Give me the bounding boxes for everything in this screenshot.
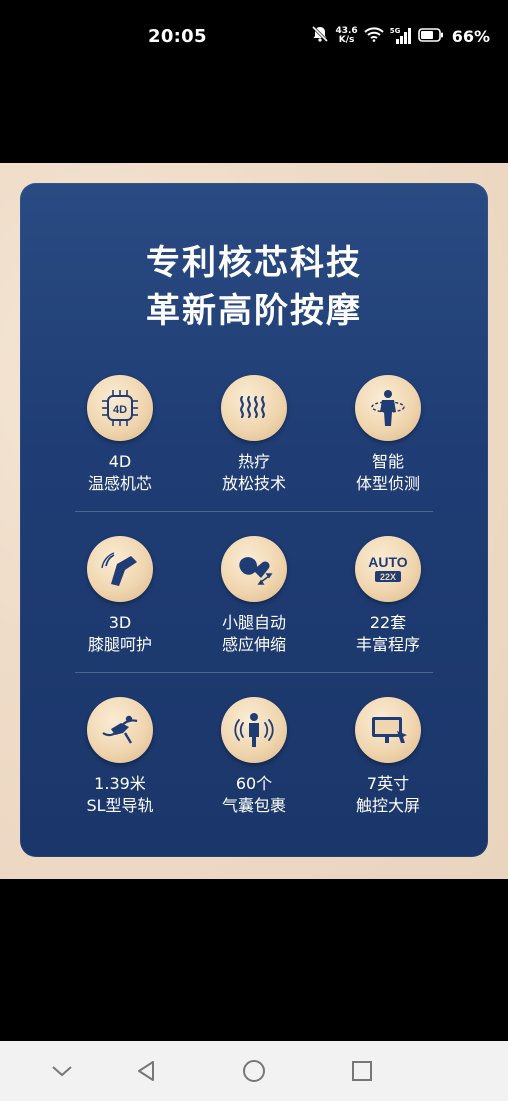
letterbox-bottom [0, 879, 508, 1041]
headline-line2: 革新高阶按摩 [146, 291, 362, 331]
body-scan-icon [355, 375, 421, 441]
feature-22-programs: AUTO 22X 22套 丰富程序 [323, 536, 453, 656]
feature-sl-rail: 1.39米 SL型导轨 [55, 697, 185, 817]
feature-label: 3D 膝腿呵护 [87, 613, 152, 654]
net-speed: 43.6 K/s [335, 26, 358, 45]
feature-label: 7英寸 触控大屏 [355, 774, 420, 815]
knee-leg-icon [87, 536, 153, 602]
status-time: 20:05 [148, 26, 207, 47]
back-icon[interactable] [132, 1057, 160, 1085]
4d-chip-icon: 4D [87, 375, 153, 441]
battery-icon [417, 27, 444, 46]
image-viewer[interactable]: 专利核芯科技 革新高阶按摩 4D 4D 温感机芯 热疗 放松技术 智能 体型侦测… [0, 163, 508, 879]
status-icons: 43.6 K/s 5G 66% [311, 24, 490, 48]
home-icon[interactable] [240, 1057, 268, 1085]
feature-card: 专利核芯科技 革新高阶按摩 4D 4D 温感机芯 热疗 放松技术 智能 体型侦测… [20, 183, 488, 857]
auto-badge-text: AUTO [368, 554, 408, 570]
calf-extend-icon [221, 536, 287, 602]
letterbox-top [0, 75, 508, 163]
feature-label: 22套 丰富程序 [355, 613, 420, 654]
auto-program-icon: AUTO 22X [355, 536, 421, 602]
mute-icon [311, 25, 329, 47]
battery-percent: 66% [451, 26, 490, 46]
headline-line1: 专利核芯科技 [146, 243, 362, 283]
feature-label: 60个 气囊包裹 [221, 774, 286, 815]
auto-badge-sub: 22X [380, 572, 396, 582]
feature-heat-therapy: 热疗 放松技术 [189, 375, 319, 495]
feature-label: 热疗 放松技术 [221, 452, 286, 493]
feature-label: 智能 体型侦测 [355, 452, 420, 493]
recents-icon[interactable] [348, 1057, 376, 1085]
feature-3d-knee-care: 3D 膝腿呵护 [55, 536, 185, 656]
feature-label: 小腿自动 感应伸缩 [221, 613, 286, 654]
chevron-down-icon[interactable] [48, 1057, 76, 1085]
sl-rail-icon [87, 697, 153, 763]
feature-label: 1.39米 SL型导轨 [86, 774, 154, 815]
status-bar: 20:05 43.6 K/s 5G 66% [0, 0, 508, 75]
4d-badge-text: 4D [113, 404, 127, 416]
feature-4d-mechanism: 4D 4D 温感机芯 [55, 375, 185, 495]
feature-body-detection: 智能 体型侦测 [323, 375, 453, 495]
feature-label: 4D 温感机芯 [87, 452, 152, 493]
feature-60-airbags: 60个 气囊包裹 [189, 697, 319, 817]
heat-waves-icon [221, 375, 287, 441]
touch-screen-icon [355, 697, 421, 763]
navigation-bar [0, 1041, 508, 1101]
row-divider [75, 672, 433, 673]
wifi-icon [364, 26, 384, 46]
feature-calf-auto-extend: 小腿自动 感应伸缩 [189, 536, 319, 656]
feature-touch-screen: 7英寸 触控大屏 [323, 697, 453, 817]
cell-signal-icon: 5G [390, 27, 412, 45]
airbag-icon [221, 697, 287, 763]
row-divider [75, 511, 433, 512]
